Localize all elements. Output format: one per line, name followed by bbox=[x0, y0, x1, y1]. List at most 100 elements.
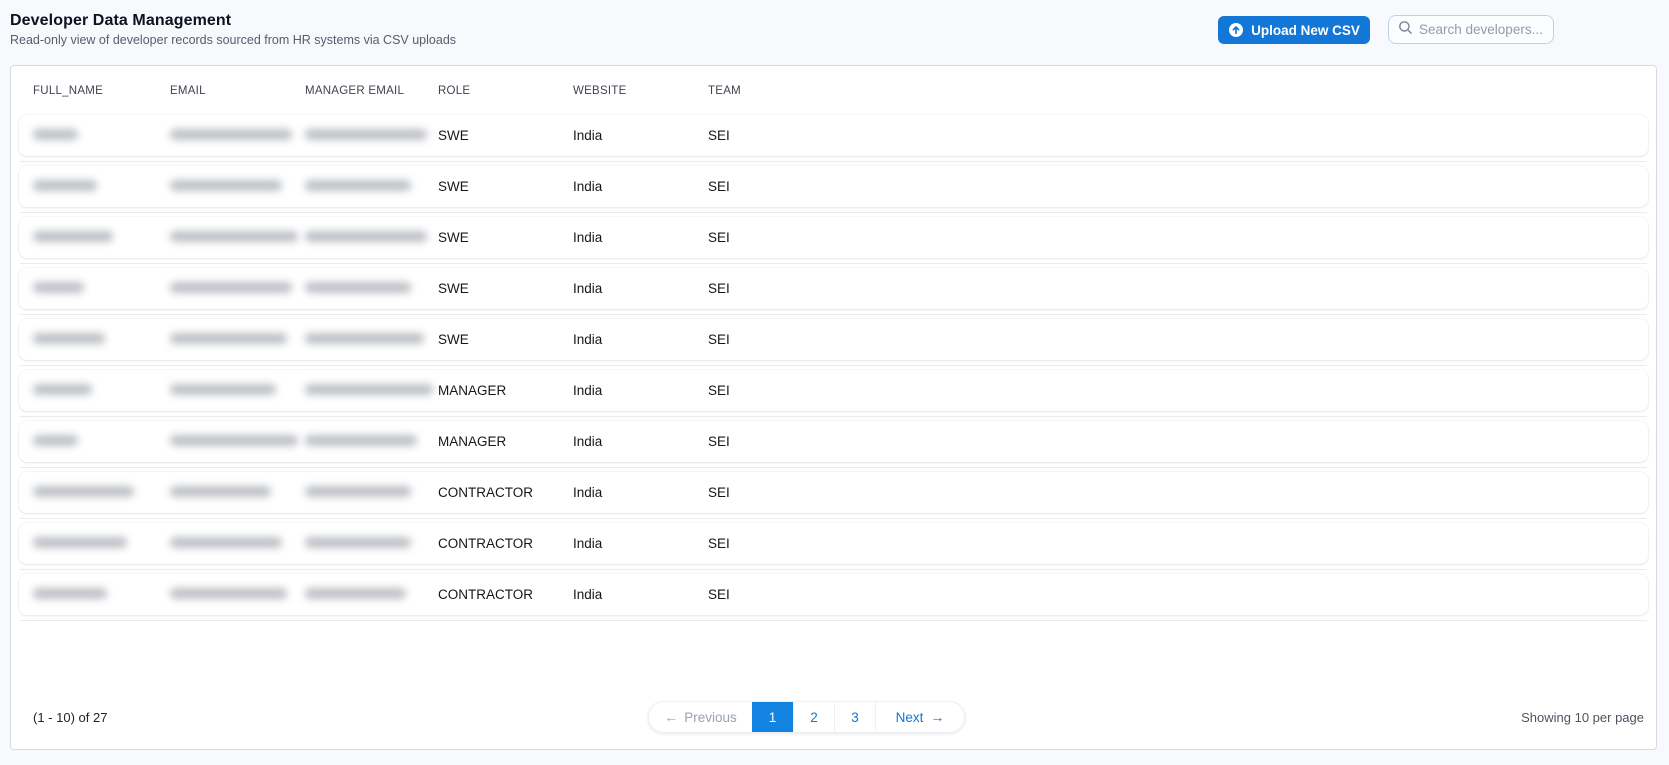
column-header-manager-email: MANAGER EMAIL bbox=[305, 84, 405, 97]
website-cell: India bbox=[573, 536, 603, 551]
upload-button-label: Upload New CSV bbox=[1251, 22, 1360, 38]
role-cell: CONTRACTOR bbox=[438, 485, 534, 500]
role-cell: SWE bbox=[438, 332, 469, 347]
redacted-email bbox=[170, 537, 282, 548]
website-cell: India bbox=[573, 128, 603, 143]
redacted-manager-email bbox=[305, 333, 424, 344]
row-divider bbox=[20, 161, 1647, 162]
arrow-right-icon: → bbox=[930, 709, 945, 725]
website-cell: India bbox=[573, 434, 603, 449]
next-label: Next bbox=[895, 709, 924, 725]
row-divider bbox=[20, 212, 1647, 213]
row-divider bbox=[20, 365, 1647, 366]
redacted-manager-email bbox=[305, 129, 427, 140]
website-cell: India bbox=[573, 383, 603, 398]
next-page-button[interactable]: Next → bbox=[875, 702, 964, 732]
role-cell: SWE bbox=[438, 230, 469, 245]
website-cell: India bbox=[573, 332, 603, 347]
redacted-manager-email bbox=[305, 486, 411, 497]
team-cell: SEI bbox=[708, 332, 730, 347]
team-cell: SEI bbox=[708, 179, 730, 194]
table-body: SWE India SEI SWE India SEI SWE India SE… bbox=[11, 115, 1656, 625]
redacted-email bbox=[170, 129, 292, 140]
previous-page-button[interactable]: ← Previous bbox=[649, 702, 752, 732]
team-cell: SEI bbox=[708, 434, 730, 449]
table-row: SWE India SEI bbox=[11, 166, 1656, 217]
role-cell: SWE bbox=[438, 281, 469, 296]
redacted-manager-email bbox=[305, 282, 411, 293]
team-cell: SEI bbox=[708, 128, 730, 143]
search-icon bbox=[1398, 20, 1413, 40]
row-divider bbox=[20, 314, 1647, 315]
page-subtitle: Read-only view of developer records sour… bbox=[10, 33, 457, 47]
role-cell: CONTRACTOR bbox=[438, 536, 534, 551]
redacted-full-name bbox=[33, 129, 78, 140]
table-row: SWE India SEI bbox=[11, 217, 1656, 268]
redacted-email bbox=[170, 384, 276, 395]
search-box[interactable] bbox=[1388, 15, 1554, 44]
website-cell: India bbox=[573, 230, 603, 245]
column-header-website: WEBSITE bbox=[573, 84, 627, 97]
developer-table-card: FULL_NAME EMAIL MANAGER EMAIL ROLE WEBSI… bbox=[10, 65, 1657, 750]
website-cell: India bbox=[573, 179, 603, 194]
upload-new-csv-button[interactable]: Upload New CSV bbox=[1218, 16, 1370, 44]
row-divider bbox=[20, 620, 1647, 621]
role-cell: SWE bbox=[438, 179, 469, 194]
search-input[interactable] bbox=[1419, 22, 1545, 37]
website-cell: India bbox=[573, 485, 603, 500]
redacted-manager-email bbox=[305, 384, 433, 395]
result-range-label: (1 - 10) of 27 bbox=[33, 710, 108, 725]
page-button-3[interactable]: 3 bbox=[834, 702, 875, 732]
role-cell: MANAGER bbox=[438, 383, 507, 398]
table-row: CONTRACTOR India SEI bbox=[11, 472, 1656, 523]
table-header-row: FULL_NAME EMAIL MANAGER EMAIL ROLE WEBSI… bbox=[19, 66, 1648, 115]
pagination: ← Previous 1 2 3 Next → bbox=[648, 701, 965, 733]
redacted-full-name bbox=[33, 231, 113, 242]
redacted-full-name bbox=[33, 486, 134, 497]
per-page-label: Showing 10 per page bbox=[1521, 710, 1644, 725]
row-divider bbox=[20, 518, 1647, 519]
redacted-full-name bbox=[33, 333, 105, 344]
team-cell: SEI bbox=[708, 383, 730, 398]
redacted-manager-email bbox=[305, 231, 427, 242]
column-header-role: ROLE bbox=[438, 84, 471, 97]
table-row: SWE India SEI bbox=[11, 319, 1656, 370]
redacted-email bbox=[170, 282, 292, 293]
redacted-manager-email bbox=[305, 537, 411, 548]
redacted-full-name bbox=[33, 180, 97, 191]
role-cell: MANAGER bbox=[438, 434, 507, 449]
role-cell: CONTRACTOR bbox=[438, 587, 534, 602]
table-row: MANAGER India SEI bbox=[11, 370, 1656, 421]
table-row: CONTRACTOR India SEI bbox=[11, 574, 1656, 625]
team-cell: SEI bbox=[708, 281, 730, 296]
row-divider bbox=[20, 263, 1647, 264]
redacted-full-name bbox=[33, 384, 92, 395]
team-cell: SEI bbox=[708, 485, 730, 500]
redacted-email bbox=[170, 588, 287, 599]
page-button-1[interactable]: 1 bbox=[752, 702, 793, 732]
team-cell: SEI bbox=[708, 587, 730, 602]
redacted-email bbox=[170, 180, 282, 191]
page-button-2[interactable]: 2 bbox=[793, 702, 834, 732]
row-divider bbox=[20, 467, 1647, 468]
table-footer: (1 - 10) of 27 ← Previous 1 2 3 Next → S… bbox=[11, 625, 1656, 749]
redacted-full-name bbox=[33, 537, 127, 548]
redacted-email bbox=[170, 435, 298, 446]
team-cell: SEI bbox=[708, 536, 730, 551]
row-divider bbox=[20, 416, 1647, 417]
table-row: CONTRACTOR India SEI bbox=[11, 523, 1656, 574]
upload-icon bbox=[1228, 22, 1244, 38]
row-divider bbox=[20, 569, 1647, 570]
role-cell: SWE bbox=[438, 128, 469, 143]
page-title: Developer Data Management bbox=[10, 12, 232, 29]
table-row: MANAGER India SEI bbox=[11, 421, 1656, 472]
redacted-email bbox=[170, 231, 298, 242]
website-cell: India bbox=[573, 281, 603, 296]
table-row: SWE India SEI bbox=[11, 268, 1656, 319]
redacted-full-name bbox=[33, 282, 84, 293]
column-header-email: EMAIL bbox=[170, 84, 206, 97]
redacted-manager-email bbox=[305, 588, 406, 599]
team-cell: SEI bbox=[708, 230, 730, 245]
arrow-left-icon: ← bbox=[664, 709, 679, 725]
website-cell: India bbox=[573, 587, 603, 602]
